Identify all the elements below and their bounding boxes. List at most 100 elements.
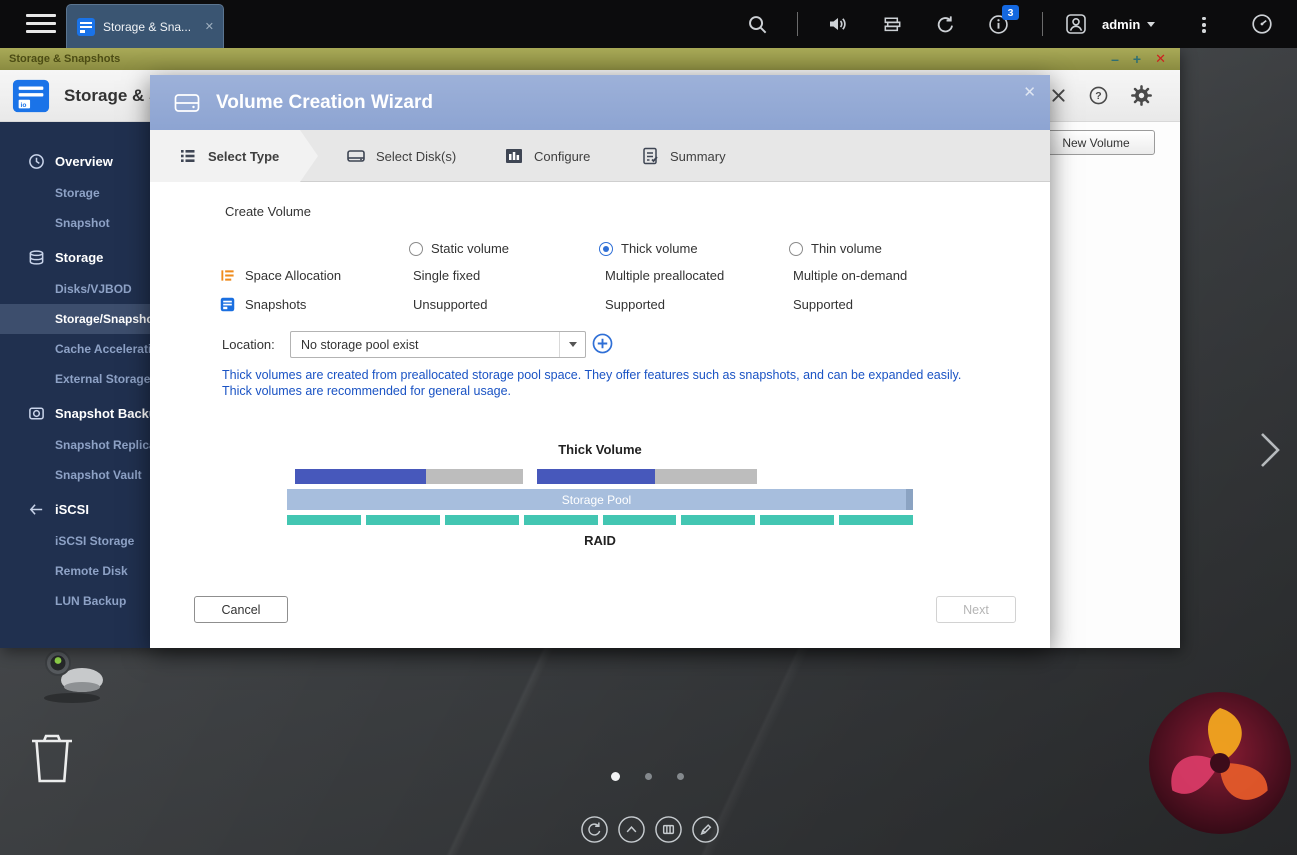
notification-badge: 3	[1002, 5, 1019, 20]
sidebar-label: Disks/VJBOD	[55, 282, 132, 296]
close-icon[interactable]: ✕	[1155, 51, 1166, 67]
add-storage-pool-button[interactable]	[592, 333, 613, 354]
recycle-bin-icon[interactable]	[26, 728, 78, 791]
raid-disk-segment	[287, 515, 361, 525]
app-tab-storage-snapshots[interactable]: Storage & Sna... ✕	[66, 4, 224, 48]
new-volume-button[interactable]: New Volume	[1037, 130, 1155, 155]
background-tasks-icon[interactable]	[929, 0, 961, 48]
wizard-title: Volume Creation Wizard	[216, 92, 433, 114]
help-icon[interactable]: ?	[1088, 85, 1109, 106]
main-menu-button[interactable]	[26, 14, 56, 35]
storage-pool-bar: Storage Pool	[287, 489, 913, 510]
sidebar-label: Snapshot Backup	[55, 406, 165, 421]
step-select-disks[interactable]: Select Disk(s)	[346, 130, 456, 182]
thick-snapshots: Supported	[605, 297, 665, 313]
scroll-top-icon[interactable]	[617, 815, 646, 844]
static-space-allocation: Single fixed	[413, 268, 480, 284]
row-label: Snapshots	[245, 297, 306, 312]
feedback-pen-icon[interactable]	[691, 815, 720, 844]
create-volume-label: Create Volume	[225, 204, 311, 219]
storage-stack-icon[interactable]	[876, 0, 908, 48]
radio-icon[interactable]	[409, 242, 423, 256]
volume-creation-wizard-dialog: Volume Creation Wizard ✕ Select Type Sel…	[150, 75, 1050, 648]
qbot-mascot	[34, 645, 109, 710]
desktop-dock	[580, 815, 720, 844]
radio-label: Thick volume	[621, 241, 698, 256]
user-name: admin	[1102, 17, 1140, 32]
raid-disk-segment	[366, 515, 440, 525]
page-dot-1[interactable]	[611, 772, 620, 781]
svg-text:?: ?	[1095, 90, 1101, 102]
raid-disk-row	[287, 515, 913, 525]
tab-close-icon[interactable]: ✕	[205, 20, 214, 33]
location-select[interactable]: No storage pool exist	[290, 331, 586, 358]
tab-label: Storage & Sna...	[103, 20, 198, 34]
select-arrow-box[interactable]	[559, 332, 585, 357]
sidebar-label: Snapshot Replica	[55, 438, 156, 452]
storage-snapshots-app-icon	[76, 17, 96, 37]
wizard-step-bar: Select Type Select Disk(s) Configure Sum…	[150, 130, 1050, 182]
user-icon[interactable]	[1060, 0, 1092, 48]
radio-icon[interactable]	[789, 242, 803, 256]
cancel-button[interactable]: Cancel	[194, 596, 288, 623]
sidebar-label: iSCSI	[55, 502, 89, 517]
thin-snapshots: Supported	[793, 297, 853, 313]
location-value: No storage pool exist	[291, 338, 559, 352]
volume-bar	[295, 469, 523, 484]
volume-wizard-icon	[172, 88, 202, 118]
next-desktop-chevron-icon[interactable]	[1256, 430, 1284, 475]
sidebar-label: Snapshot	[55, 216, 110, 230]
window-switch-icon[interactable]	[654, 815, 683, 844]
space-allocation-icon	[220, 268, 235, 283]
tools-icon[interactable]	[1049, 86, 1068, 105]
radio-thick-volume[interactable]: Thick volume	[599, 241, 698, 256]
dashboard-gauge-icon[interactable]	[1246, 0, 1278, 48]
radio-icon[interactable]	[599, 242, 613, 256]
step-label: Select Type	[208, 149, 279, 164]
step-select-type[interactable]: Select Type	[150, 130, 318, 182]
window-titlebar[interactable]: Storage & Snapshots – + ✕	[0, 48, 1180, 70]
volume-bar	[537, 469, 757, 484]
snapshots-icon	[220, 297, 235, 312]
gear-icon[interactable]	[1129, 83, 1154, 108]
chevron-down-icon	[569, 342, 577, 347]
radio-thin-volume[interactable]: Thin volume	[789, 241, 882, 256]
sidebar-label: Overview	[55, 154, 113, 169]
topbar-divider	[1042, 12, 1043, 36]
user-menu[interactable]: admin	[1102, 0, 1155, 48]
sidebar-label: iSCSI Storage	[55, 534, 134, 548]
thin-space-allocation: Multiple on-demand	[793, 268, 907, 284]
sidebar-label: Storage	[55, 186, 100, 200]
thick-volume-description: Thick volumes are created from prealloca…	[222, 367, 980, 399]
sidebar-label: Storage/Snapshots	[55, 312, 164, 326]
diagram-raid-label: RAID	[150, 533, 1050, 548]
step-label: Configure	[534, 149, 590, 164]
search-icon[interactable]	[740, 0, 774, 48]
page-dot-3[interactable]	[677, 773, 684, 780]
more-options-icon[interactable]	[1202, 14, 1206, 36]
wizard-close-icon[interactable]: ✕	[1023, 83, 1036, 101]
step-summary[interactable]: Summary	[640, 130, 726, 182]
step-configure[interactable]: Configure	[504, 130, 590, 182]
volume-icon[interactable]	[822, 0, 854, 48]
volume-bar-used	[537, 469, 655, 484]
topbar: Storage & Sna... ✕ 3 admin	[0, 0, 1297, 48]
sidebar-label: Remote Disk	[55, 564, 128, 578]
step-label: Summary	[670, 149, 726, 164]
radio-static-volume[interactable]: Static volume	[409, 241, 509, 256]
page-dot-2[interactable]	[645, 773, 652, 780]
configure-icon	[504, 146, 524, 166]
location-label: Location:	[222, 337, 275, 352]
snapshot-backup-icon	[28, 405, 45, 422]
row-label: Space Allocation	[245, 268, 341, 283]
radio-label: Static volume	[431, 241, 509, 256]
recent-apps-icon[interactable]	[580, 815, 609, 844]
step-label: Select Disk(s)	[376, 149, 456, 164]
maximize-icon[interactable]: +	[1133, 51, 1141, 67]
qnap-logo	[1147, 690, 1293, 836]
space-allocation-row-label: Space Allocation	[220, 268, 341, 283]
next-button[interactable]: Next	[936, 596, 1016, 623]
desktop-page-dots	[611, 772, 684, 781]
minimize-icon[interactable]: –	[1111, 51, 1119, 67]
radio-label: Thin volume	[811, 241, 882, 256]
